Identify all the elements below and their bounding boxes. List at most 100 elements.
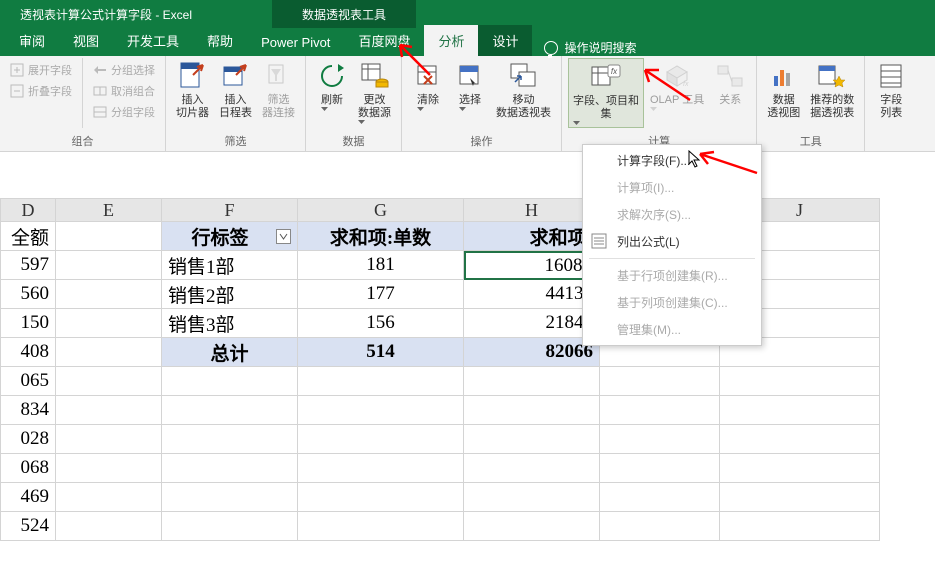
tab-developer[interactable]: 开发工具 <box>113 25 193 56</box>
cell[interactable]: 156 <box>298 309 464 338</box>
cell[interactable]: 065 <box>0 367 56 396</box>
move-pivot-button[interactable]: 移动数据透视表 <box>492 58 555 122</box>
cell[interactable] <box>56 251 162 280</box>
cell[interactable] <box>720 425 880 454</box>
cell[interactable] <box>56 338 162 367</box>
field-list-button[interactable]: 字段列表 <box>871 58 911 122</box>
cell[interactable]: 全额 <box>0 222 56 251</box>
ribbon: 展开字段 折叠字段 分组选择 取消组合 分组字 <box>0 56 935 152</box>
cell[interactable] <box>56 512 162 541</box>
cell[interactable]: 求和项: <box>464 222 600 251</box>
cell[interactable] <box>56 280 162 309</box>
cell[interactable]: 销售3部 <box>162 309 298 338</box>
select-button[interactable]: 选择 <box>450 58 490 113</box>
cell[interactable]: 销售1部 <box>162 251 298 280</box>
column-header-F[interactable]: F <box>162 198 298 222</box>
cell[interactable] <box>298 512 464 541</box>
cell[interactable] <box>56 367 162 396</box>
cell[interactable] <box>298 367 464 396</box>
cell[interactable] <box>56 396 162 425</box>
cell[interactable]: 16088 <box>464 251 600 280</box>
cell[interactable] <box>162 512 298 541</box>
cell[interactable]: 销售2部 <box>162 280 298 309</box>
cell[interactable]: 834 <box>0 396 56 425</box>
cell[interactable] <box>56 454 162 483</box>
cell[interactable] <box>720 454 880 483</box>
column-header-E[interactable]: E <box>56 198 162 222</box>
tab-design[interactable]: 设计 <box>478 25 532 56</box>
cell[interactable] <box>600 483 720 512</box>
column-header-D[interactable]: D <box>0 198 56 222</box>
cell[interactable]: 469 <box>0 483 56 512</box>
cell[interactable]: 514 <box>298 338 464 367</box>
cell[interactable] <box>720 367 880 396</box>
cell[interactable] <box>464 425 600 454</box>
cell[interactable]: 44132 <box>464 280 600 309</box>
column-header-H[interactable]: H <box>464 198 600 222</box>
cell[interactable] <box>464 454 600 483</box>
tab-view[interactable]: 视图 <box>59 25 113 56</box>
tab-powerpivot[interactable]: Power Pivot <box>247 29 344 56</box>
cell[interactable] <box>162 396 298 425</box>
cell[interactable] <box>298 454 464 483</box>
cell[interactable]: 求和项:单数 <box>298 222 464 251</box>
title-bar: 透视表计算公式计算字段 - Excel 数据透视表工具 <box>0 0 935 28</box>
cell[interactable]: 408 <box>0 338 56 367</box>
cell[interactable] <box>720 512 880 541</box>
clear-button[interactable]: 清除 <box>408 58 448 113</box>
cell[interactable] <box>464 483 600 512</box>
cell[interactable] <box>56 309 162 338</box>
cell[interactable] <box>162 483 298 512</box>
tab-baidu[interactable]: 百度网盘 <box>344 25 424 56</box>
olap-icon: fx <box>661 60 693 92</box>
cell[interactable]: 181 <box>298 251 464 280</box>
cell[interactable] <box>162 454 298 483</box>
tell-me-search[interactable]: 操作说明搜索 <box>532 39 648 56</box>
cell[interactable]: 21846 <box>464 309 600 338</box>
tab-analyze[interactable]: 分析 <box>424 25 478 56</box>
cell[interactable] <box>600 512 720 541</box>
menu-calculated-field[interactable]: 计算字段(F)... <box>583 147 761 174</box>
cell[interactable] <box>600 367 720 396</box>
cell[interactable]: 028 <box>0 425 56 454</box>
cell[interactable] <box>298 483 464 512</box>
fields-items-sets-button[interactable]: fx 字段、项目和集 <box>568 58 644 128</box>
cell[interactable] <box>600 425 720 454</box>
menu-separator <box>589 258 755 259</box>
cell[interactable] <box>464 512 600 541</box>
recommended-pivot-button[interactable]: 推荐的数据透视表 <box>806 58 858 122</box>
cell[interactable] <box>162 367 298 396</box>
cell[interactable] <box>298 425 464 454</box>
chevron-down-icon <box>417 107 424 111</box>
change-data-source-button[interactable]: 更改数据源 <box>354 58 395 126</box>
filter-dropdown-icon[interactable] <box>276 229 291 244</box>
cell[interactable]: 总计 <box>162 338 298 367</box>
cell[interactable] <box>464 396 600 425</box>
column-header-G[interactable]: G <box>298 198 464 222</box>
cell[interactable] <box>162 425 298 454</box>
refresh-button[interactable]: 刷新 <box>312 58 352 113</box>
cell[interactable]: 524 <box>0 512 56 541</box>
cell[interactable] <box>720 396 880 425</box>
cell[interactable]: 560 <box>0 280 56 309</box>
insert-slicer-button[interactable]: 插入切片器 <box>172 58 213 122</box>
cell[interactable] <box>56 425 162 454</box>
cell[interactable] <box>600 396 720 425</box>
cell[interactable]: 82066 <box>464 338 600 367</box>
cell[interactable]: 150 <box>0 309 56 338</box>
pivot-chart-button[interactable]: 数据透视图 <box>763 58 804 122</box>
tab-help[interactable]: 帮助 <box>193 25 247 56</box>
insert-timeline-button[interactable]: 插入日程表 <box>215 58 256 122</box>
tab-review[interactable]: 审阅 <box>5 25 59 56</box>
cell[interactable] <box>56 222 162 251</box>
cell[interactable] <box>298 396 464 425</box>
cell[interactable]: 行标签 <box>162 222 298 251</box>
cell[interactable] <box>600 454 720 483</box>
cell[interactable] <box>720 483 880 512</box>
cell[interactable]: 597 <box>0 251 56 280</box>
cell[interactable]: 068 <box>0 454 56 483</box>
cell[interactable]: 177 <box>298 280 464 309</box>
menu-list-formulas[interactable]: 列出公式(L) <box>583 228 761 255</box>
cell[interactable] <box>56 483 162 512</box>
cell[interactable] <box>464 367 600 396</box>
